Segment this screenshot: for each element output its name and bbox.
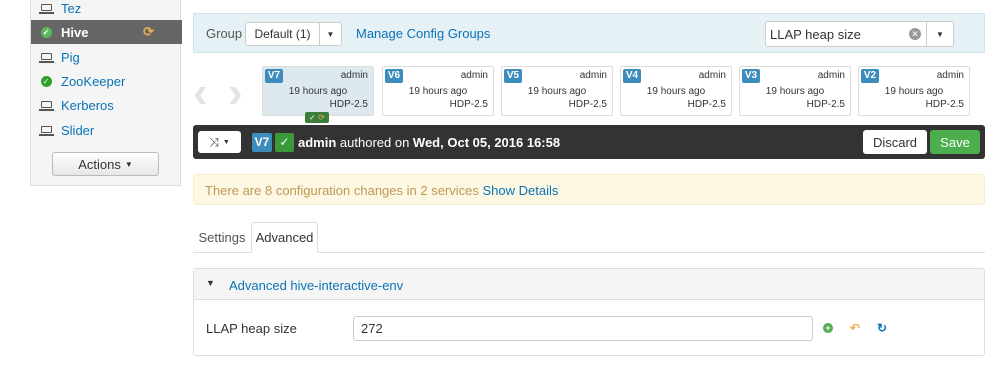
- version-stack: HDP-2.5: [449, 99, 488, 110]
- property-label: LLAP heap size: [206, 321, 297, 336]
- sidebar-item-kerberos[interactable]: Kerberos: [31, 93, 182, 117]
- save-label: Save: [940, 134, 970, 150]
- refresh-icon[interactable]: ↻: [877, 322, 887, 334]
- version-box-v6[interactable]: V6 admin 19 hours ago HDP-2.5: [382, 66, 494, 116]
- check-circle-icon: ✓: [39, 74, 53, 88]
- version-time: 19 hours ago: [408, 86, 468, 97]
- version-time: 19 hours ago: [288, 86, 348, 97]
- discard-button[interactable]: Discard: [863, 130, 927, 154]
- restart-required-icon[interactable]: ⟳: [143, 24, 154, 40]
- current-version-bar: ⤨ ▼ V7 ✓ admin authored on Wed, Oct 05, …: [193, 125, 985, 159]
- caret-down-icon: ▼: [326, 29, 335, 39]
- version-time: 19 hours ago: [765, 86, 825, 97]
- sidebar-item-label: Pig: [61, 49, 80, 65]
- sidebar-item-label: Slider: [61, 122, 95, 138]
- caret-down-icon: ▼: [222, 138, 230, 146]
- version-box-v3[interactable]: V3 admin 19 hours ago HDP-2.5: [739, 66, 851, 116]
- check-circle-icon: ✓: [39, 25, 53, 39]
- discard-label: Discard: [872, 134, 918, 150]
- show-details-link[interactable]: Show Details: [483, 183, 559, 198]
- tab-settings[interactable]: Settings: [193, 222, 251, 253]
- config-changes-warning: There are 8 configuration changes in 2 s…: [193, 174, 985, 205]
- version-tag: V5: [504, 69, 522, 83]
- llap-heap-size-input[interactable]: [353, 316, 813, 341]
- version-tag: V6: [385, 69, 403, 83]
- version-time: 19 hours ago: [884, 86, 944, 97]
- clear-filter-icon[interactable]: ✕: [909, 28, 921, 40]
- version-author: admin: [936, 70, 964, 81]
- group-select[interactable]: Default (1): [245, 22, 320, 46]
- sidebar-item-label: Hive: [61, 24, 89, 40]
- version-stack: HDP-2.5: [925, 99, 964, 110]
- config-filter-input[interactable]: [765, 21, 927, 47]
- panel-header[interactable]: ▼ Advanced hive-interactive-env: [194, 269, 984, 300]
- laptop-icon: [38, 1, 54, 15]
- version-stack: HDP-2.5: [329, 99, 368, 110]
- advanced-config-panel: ▼ Advanced hive-interactive-env LLAP hea…: [193, 268, 985, 356]
- shuffle-icon: ⤨: [209, 134, 219, 149]
- group-select-value: Default (1): [254, 27, 311, 41]
- version-box-v7[interactable]: V7 admin 19 hours ago HDP-2.5: [262, 66, 374, 116]
- current-version-tag: V7: [252, 133, 272, 152]
- version-author: admin: [817, 70, 845, 81]
- warning-text: There are 8 configuration changes in 2 s…: [205, 183, 483, 198]
- manage-config-groups-link[interactable]: Manage Config Groups: [356, 26, 490, 41]
- version-tag: V7: [265, 69, 283, 83]
- sidebar-item-label: Tez: [61, 0, 82, 16]
- check-icon: ✓: [275, 133, 294, 152]
- save-button[interactable]: Save: [930, 130, 980, 154]
- laptop-icon: [38, 50, 54, 64]
- version-stack: HDP-2.5: [687, 99, 726, 110]
- version-time: 19 hours ago: [646, 86, 706, 97]
- laptop-icon: [38, 123, 54, 137]
- add-override-icon[interactable]: +: [823, 323, 833, 333]
- config-group-bar: Group Default (1) ▼ Manage Config Groups…: [193, 13, 985, 53]
- group-label: Group: [206, 26, 243, 41]
- version-tag: V3: [742, 69, 760, 83]
- sidebar-item-hive[interactable]: ✓ Hive ⟳: [31, 20, 182, 44]
- caret-down-icon: ▼: [936, 29, 944, 39]
- caret-down-icon[interactable]: ▼: [206, 278, 215, 288]
- sidebar-item-pig[interactable]: Pig: [31, 45, 182, 69]
- version-stack: HDP-2.5: [806, 99, 845, 110]
- chevron-left-icon[interactable]: ‹: [193, 71, 208, 115]
- version-box-v4[interactable]: V4 admin 19 hours ago HDP-2.5: [620, 66, 732, 116]
- version-author: admin: [340, 70, 368, 81]
- version-tag: V4: [623, 69, 641, 83]
- version-author: admin: [579, 70, 607, 81]
- tab-label: Advanced: [255, 230, 314, 245]
- sidebar-item-label: ZooKeeper: [61, 73, 126, 89]
- author-name: admin: [298, 135, 337, 150]
- sidebar-item-zookeeper[interactable]: ✓ ZooKeeper: [31, 69, 182, 93]
- tab-label: Settings: [198, 230, 246, 245]
- version-box-v5[interactable]: V5 admin 19 hours ago HDP-2.5: [501, 66, 613, 116]
- sidebar-item-tez[interactable]: Tez: [31, 0, 182, 20]
- version-time: 19 hours ago: [527, 86, 587, 97]
- authored-text: authored on: [336, 135, 413, 150]
- version-author: admin: [698, 70, 726, 81]
- version-stack: HDP-2.5: [568, 99, 607, 110]
- version-tag: V2: [861, 69, 879, 83]
- version-author: admin: [460, 70, 488, 81]
- actions-label: Actions: [78, 156, 121, 172]
- tab-advanced[interactable]: Advanced: [251, 222, 318, 253]
- current-version-badge: ✓ ⟳: [305, 112, 329, 123]
- undo-icon[interactable]: ↶: [850, 322, 860, 334]
- panel-title[interactable]: Advanced hive-interactive-env: [229, 278, 403, 293]
- sidebar-item-slider[interactable]: Slider: [31, 118, 182, 142]
- authored-date: Wed, Oct 05, 2016 16:58: [412, 135, 561, 150]
- group-dropdown-toggle[interactable]: ▼: [320, 22, 342, 46]
- caret-down-icon: ▼: [124, 159, 133, 169]
- chevron-right-icon[interactable]: ›: [228, 71, 243, 115]
- authored-info: admin authored on Wed, Oct 05, 2016 16:5…: [298, 135, 560, 150]
- filter-dropdown-toggle[interactable]: ▼: [927, 21, 954, 47]
- laptop-icon: [38, 98, 54, 112]
- version-box-v2[interactable]: V2 admin 19 hours ago HDP-2.5: [858, 66, 970, 116]
- sidebar-item-label: Kerberos: [61, 97, 114, 113]
- actions-button[interactable]: Actions ▼: [52, 152, 159, 176]
- service-sidebar: Tez ✓ Hive ⟳ Pig ✓ ZooKeeper Kerberos Sl…: [30, 0, 182, 186]
- compare-versions-button[interactable]: ⤨ ▼: [198, 131, 241, 153]
